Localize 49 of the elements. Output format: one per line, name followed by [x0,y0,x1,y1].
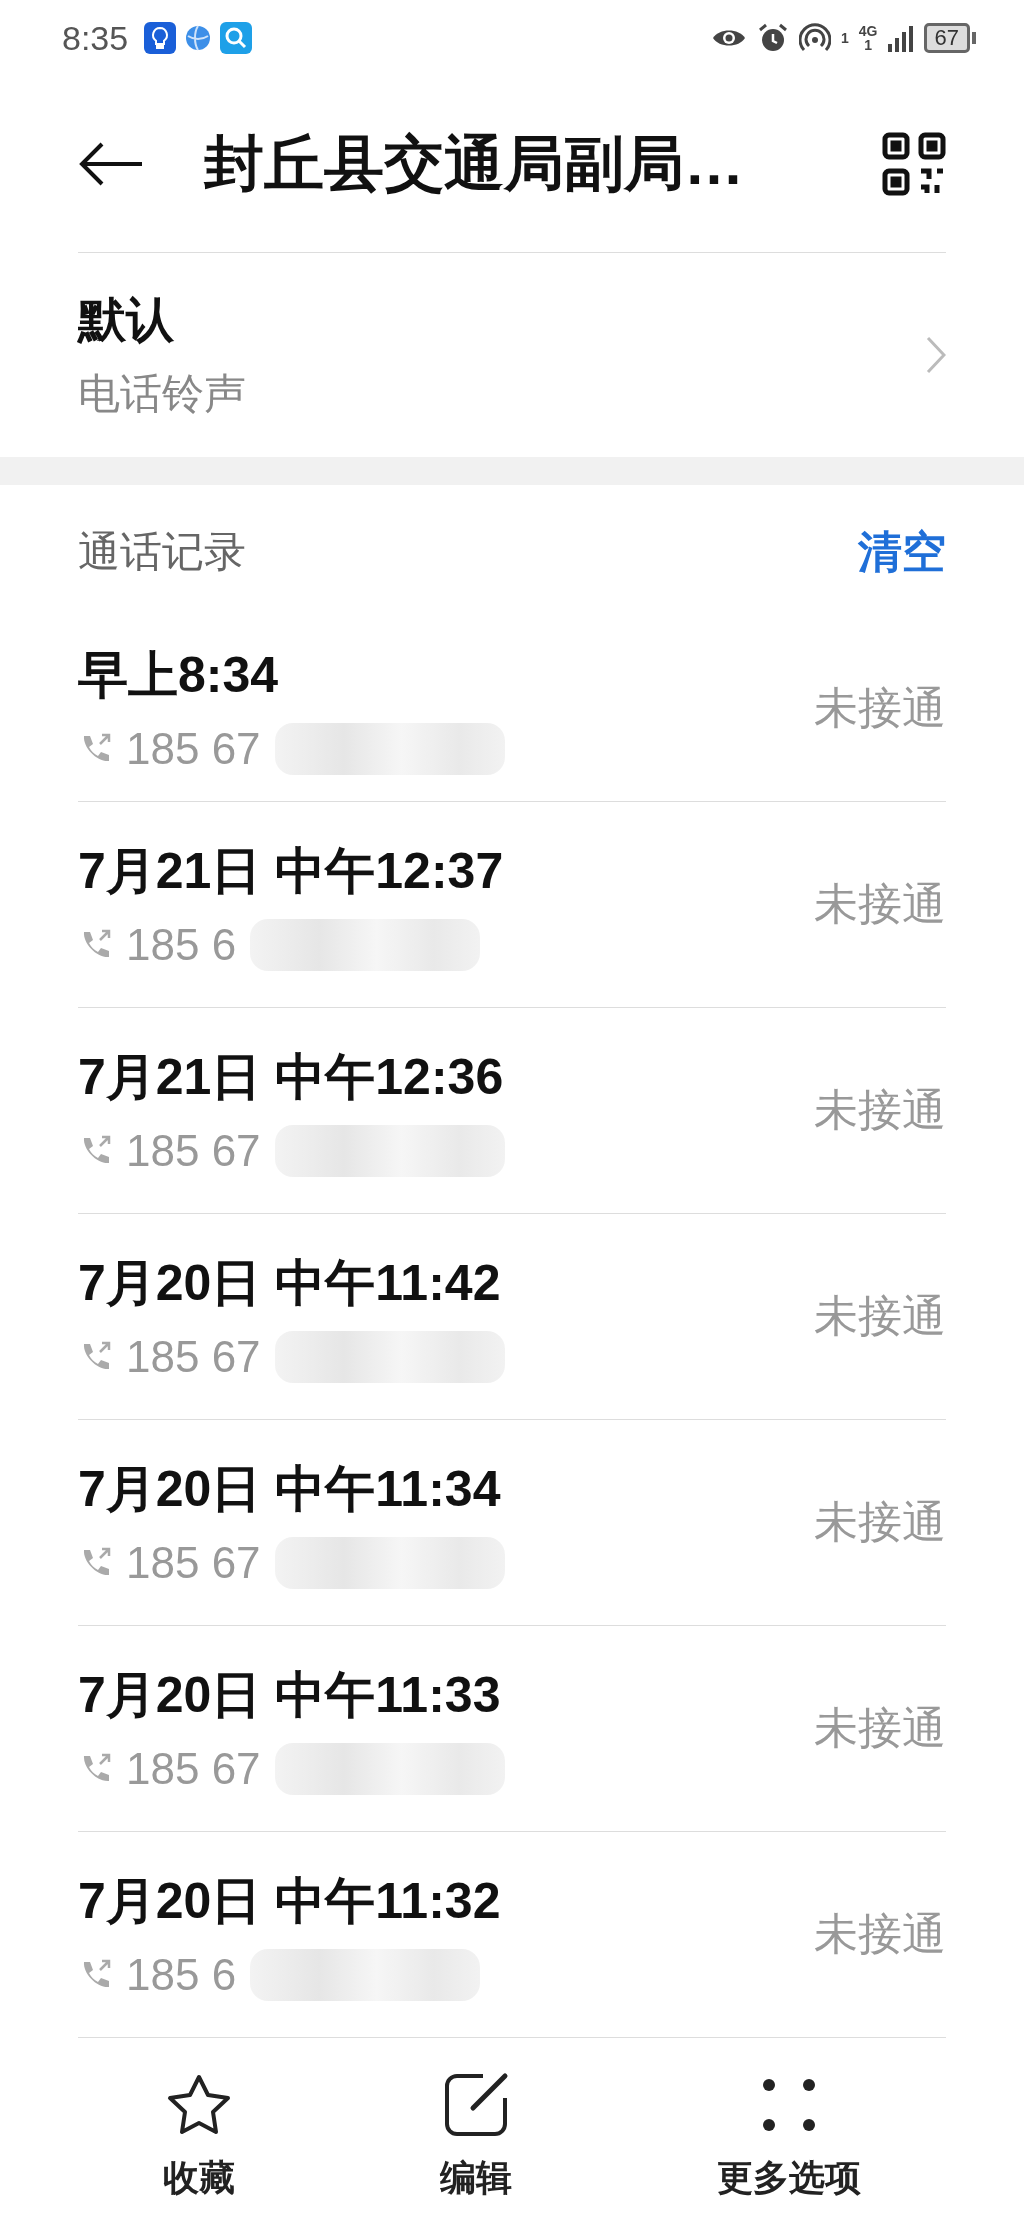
signal-icon [887,24,914,52]
call-record[interactable]: 7月21日 中午12:37 185 6 未接通 [78,802,946,1008]
clock-time: 8:35 [62,18,129,58]
call-time: 早上8:34 [78,645,280,705]
call-time: 7月20日 中午11:42 [78,1254,502,1313]
phone-number: 185 6 [126,920,237,970]
call-status: 未接通 [814,1702,946,1754]
contact-name: 封丘县交通局副局… [204,128,745,199]
call-status: 未接通 [814,1908,946,1960]
globe-icon [184,24,213,52]
network-type: 4G [858,24,878,38]
chevron-right-icon [926,336,946,374]
call-record[interactable]: 早上8:34 185 67 未接通 [78,615,946,802]
phone-number: 185 67 [126,1744,261,1794]
back-icon[interactable] [78,142,144,186]
call-status: 未接通 [814,681,946,734]
call-time: 7月20日 中午11:34 [78,1460,502,1519]
call-time: 7月21日 中午12:37 [78,842,505,901]
alarm-icon [757,22,790,54]
call-status: 未接通 [814,1084,946,1136]
phone-number: 185 67 [126,723,261,774]
phone-number: 185 6 [126,1950,237,2000]
qr-code-icon[interactable] [882,132,946,196]
more-button[interactable]: 更多选项 [687,2052,892,2218]
hotspot-count: 1 [841,31,849,45]
lightbulb-icon [144,22,177,54]
call-status: 未接通 [814,1290,946,1342]
call-record[interactable]: 7月20日 中午11:33 185 67 未接通 [78,1626,946,1832]
call-record[interactable]: 7月20日 中午11:34 185 67 未接通 [78,1420,946,1626]
edit-icon [443,2072,509,2138]
star-button[interactable]: 收藏 [132,2052,265,2218]
ringtone-setting[interactable]: 默认 电话铃声 [0,253,1024,457]
battery-level: 67 [923,23,970,53]
search-icon [220,22,253,54]
phone-number: 185 67 [126,1126,261,1176]
phone-number: 185 67 [126,1332,261,1382]
call-status: 未接通 [814,1496,946,1548]
call-record[interactable]: 7月20日 中午11:32 185 6 未接通 [78,1832,946,2038]
call-time: 7月20日 中午11:32 [78,1872,502,1931]
call-status: 未接通 [814,878,946,930]
sim-number: 1 [864,38,873,52]
call-time: 7月21日 中午12:36 [78,1048,505,1107]
call-record[interactable]: 7月21日 中午12:36 185 67 未接通 [78,1008,946,1214]
call-record[interactable]: 7月20日 中午11:42 185 67 未接通 [78,1214,946,1420]
phone-number: 185 67 [126,1538,261,1588]
edit-button[interactable]: 编辑 [410,2052,542,2218]
call-time: 7月20日 中午11:33 [78,1666,502,1725]
section-title: 通话记录 [78,527,247,577]
clear-button[interactable]: 清空 [858,522,946,582]
